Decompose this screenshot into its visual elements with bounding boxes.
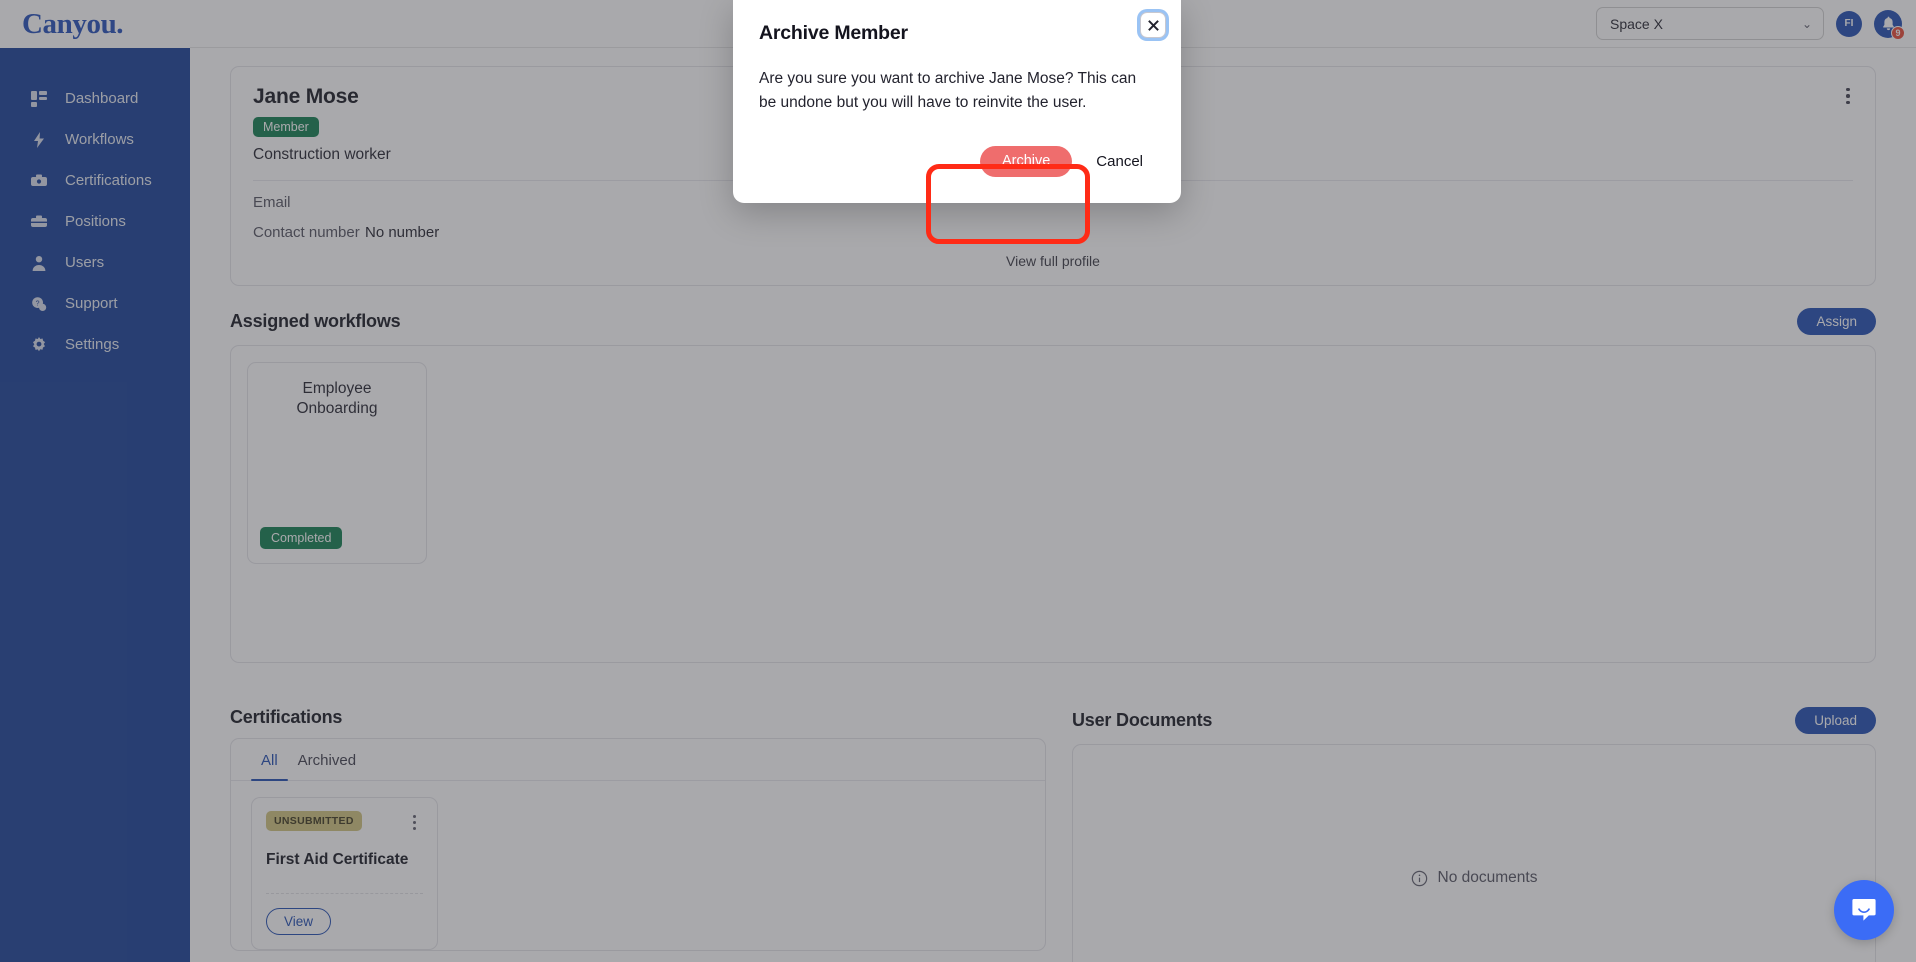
modal-action-row: Archive Cancel <box>759 145 1155 177</box>
close-icon[interactable] <box>1140 12 1166 38</box>
intercom-chat-launcher-button[interactable] <box>1834 880 1894 940</box>
modal-title: Archive Member <box>759 22 908 44</box>
archive-member-modal: Archive Member Are you sure you want to … <box>733 0 1181 203</box>
archive-confirm-button[interactable]: Archive <box>979 145 1073 177</box>
chat-bubble-icon <box>1852 899 1876 921</box>
modal-body-text: Are you sure you want to archive Jane Mo… <box>759 70 1137 112</box>
cancel-button[interactable]: Cancel <box>1096 153 1143 170</box>
